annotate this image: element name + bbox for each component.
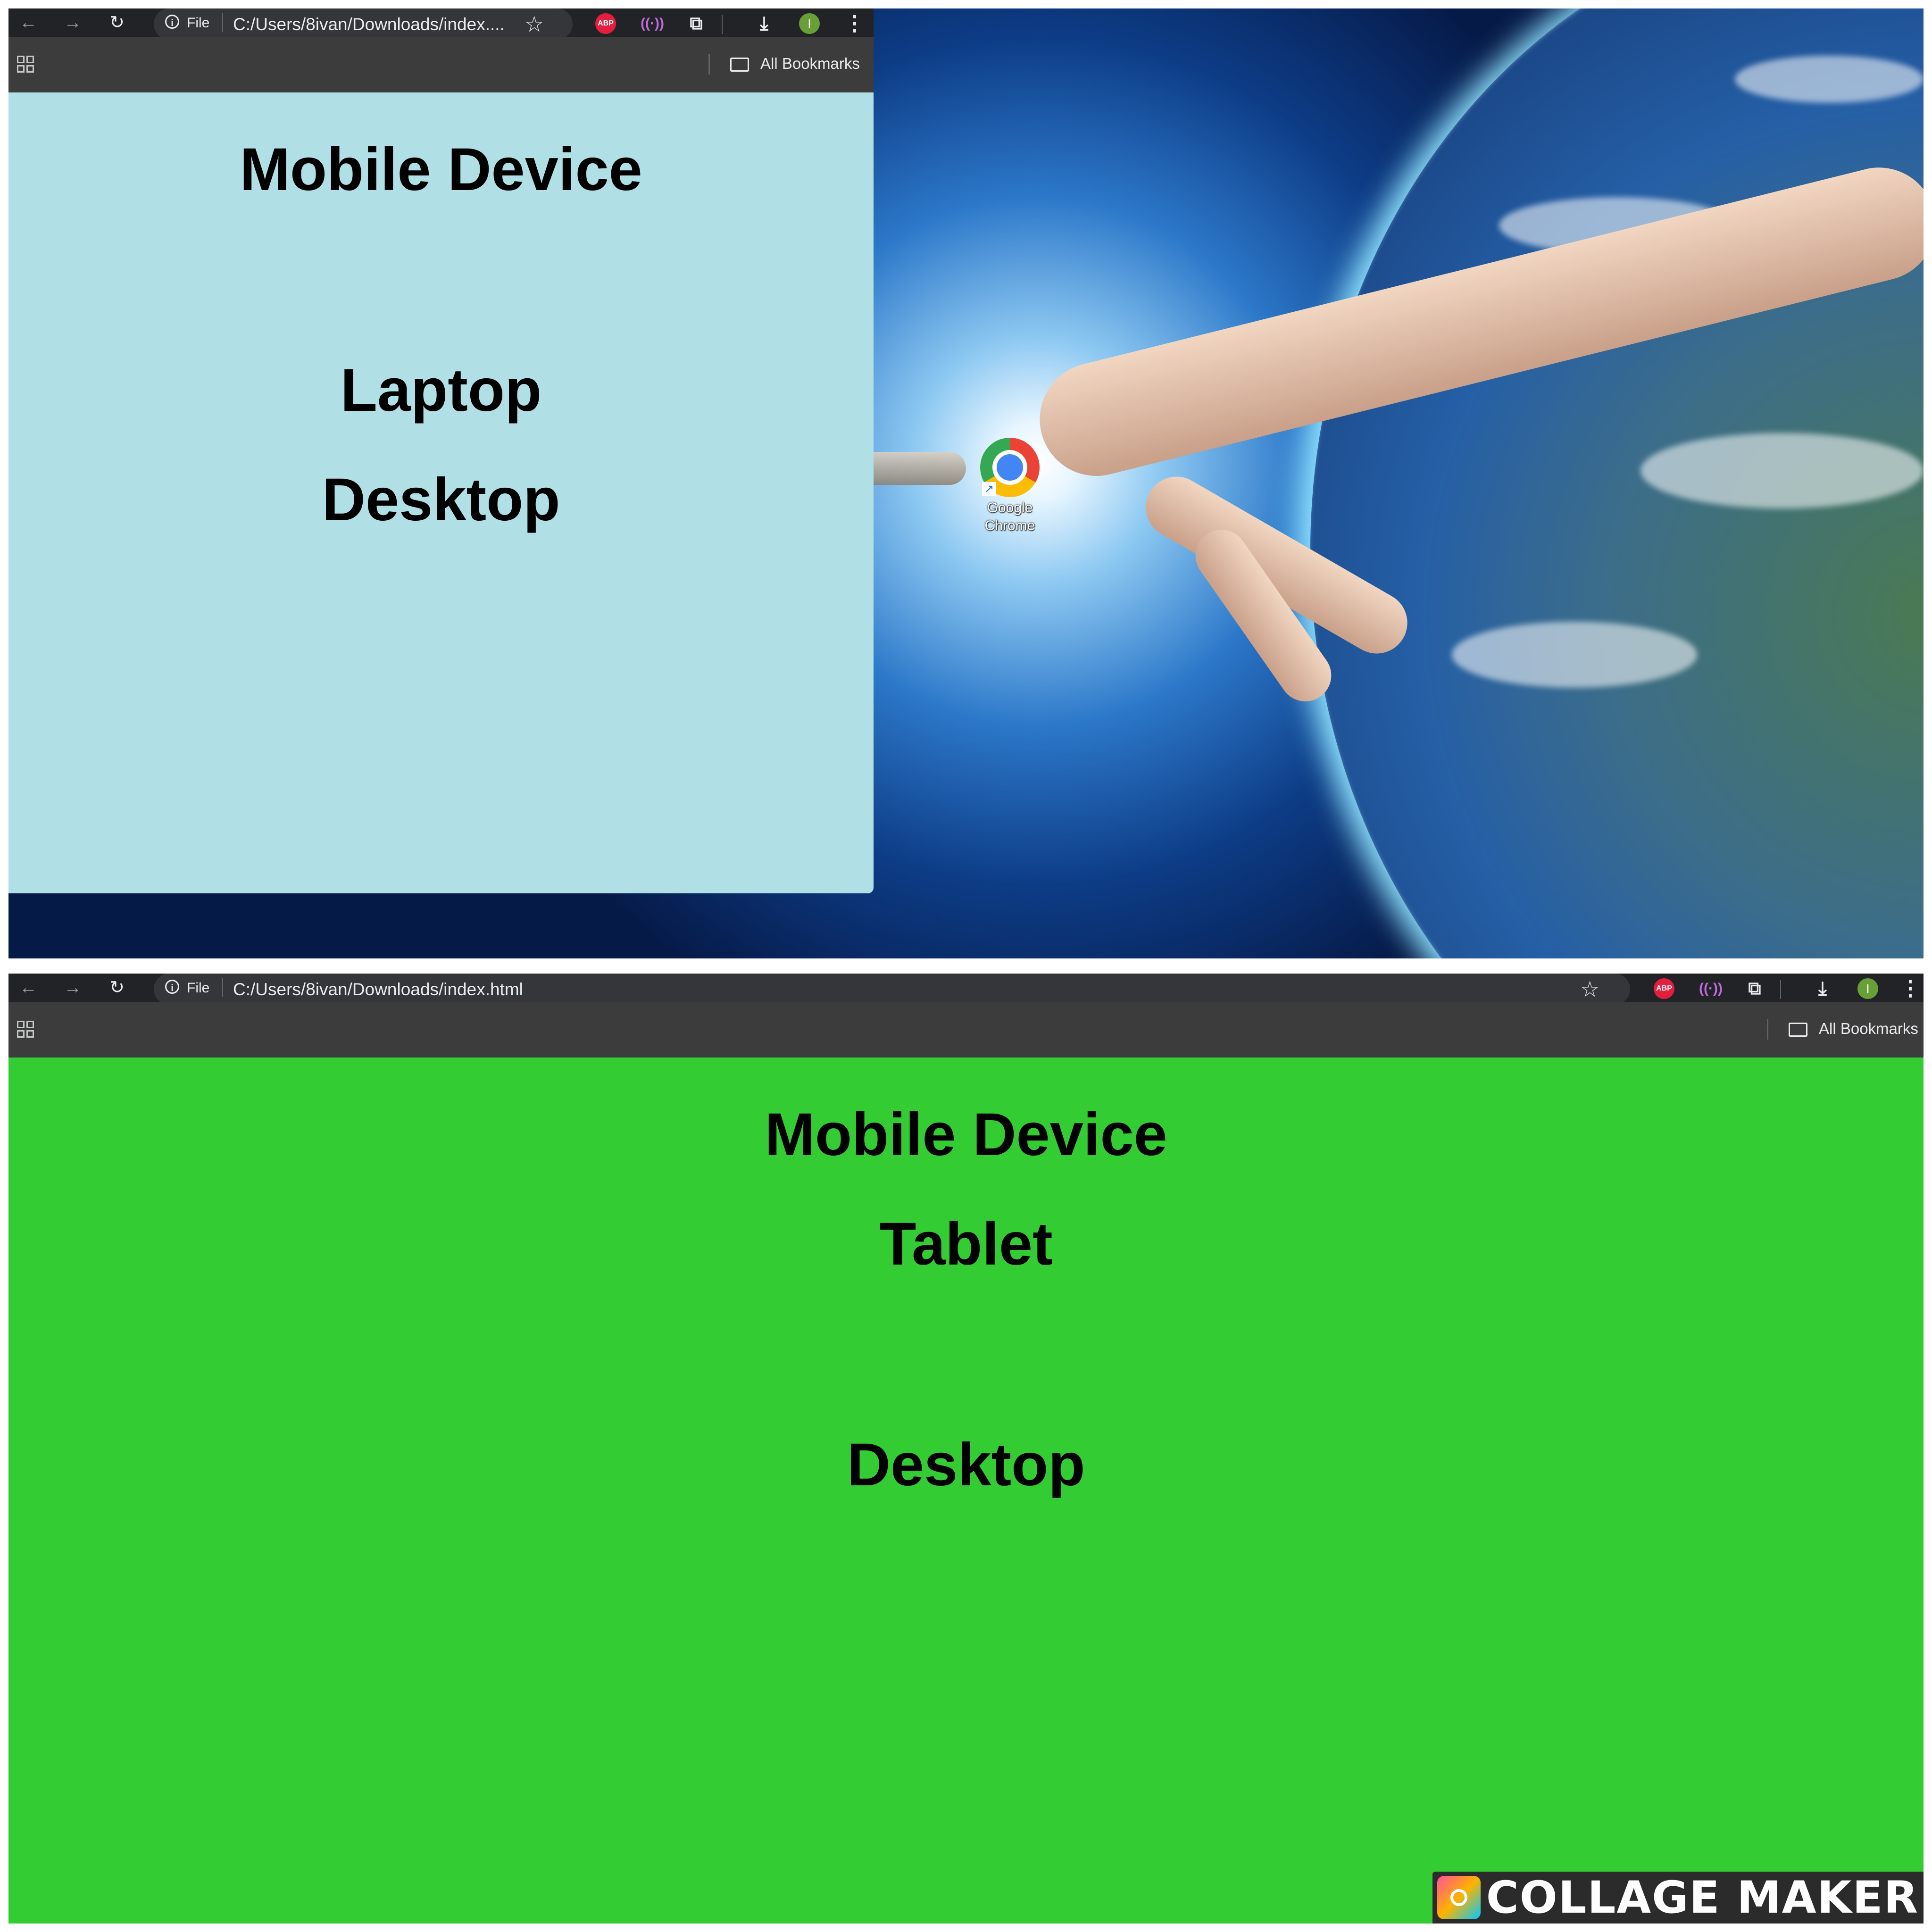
shortcut-arrow-icon: ↗ <box>982 482 996 496</box>
puzzle-extensions-icon[interactable]: ⧉ <box>1744 978 1765 999</box>
profile-avatar[interactable]: I <box>1857 978 1878 999</box>
browser-window: ← → ↻ i File C:/Users/8ivan/Downloads/in… <box>8 8 874 893</box>
browser-window: ← → ↻ i File C:/Users/8ivan/Downloads/in… <box>8 974 1924 1924</box>
url-text[interactable]: C:/Users/8ivan/Downloads/index.... <box>233 15 505 34</box>
site-info-label[interactable]: File <box>187 15 209 31</box>
puzzle-extensions-icon[interactable]: ⧉ <box>686 13 707 34</box>
wave-extension-icon[interactable]: ((·)) <box>641 13 664 34</box>
info-icon[interactable]: i <box>165 15 179 29</box>
kebab-menu-icon[interactable]: ⋮ <box>844 13 865 34</box>
star-icon[interactable]: ☆ <box>1580 976 1599 1002</box>
address-bar[interactable]: i File C:/Users/8ivan/Downloads/index...… <box>154 8 573 40</box>
heading-laptop: Laptop <box>340 357 542 424</box>
collage-maker-logo-icon <box>1437 1876 1481 1919</box>
download-icon[interactable]: ⤓ <box>1812 978 1833 999</box>
apps-grid-icon[interactable] <box>17 56 34 73</box>
url-text[interactable]: C:/Users/8ivan/Downloads/index.html <box>233 980 523 999</box>
web-page-content: Mobile Device Tablet Desktop <box>8 1058 1924 1924</box>
download-icon[interactable]: ⤓ <box>754 13 774 34</box>
collage-maker-watermark: COLLAGE MAKER <box>1432 1872 1924 1924</box>
abp-extension-icon[interactable]: ABP <box>1654 978 1674 999</box>
browser-toolbar: ← → ↻ i File C:/Users/8ivan/Downloads/in… <box>8 8 874 40</box>
address-bar[interactable]: i File C:/Users/8ivan/Downloads/index.ht… <box>154 974 1630 1005</box>
back-arrow-icon[interactable]: ← <box>19 978 38 997</box>
heading-mobile-device: Mobile Device <box>240 136 642 203</box>
desktop-shortcut-google-chrome[interactable]: ↗ Google Chrome <box>974 438 1045 535</box>
info-icon[interactable]: i <box>165 980 179 994</box>
left-finger-image <box>872 452 966 485</box>
star-icon[interactable]: ☆ <box>525 11 544 37</box>
wave-extension-icon[interactable]: ((·)) <box>1699 978 1723 999</box>
forward-arrow-icon[interactable]: → <box>63 978 82 997</box>
top-screenshot: ↗ Google Chrome ← → ↻ i File C:/Users/8i… <box>8 8 1924 958</box>
reload-icon[interactable]: ↻ <box>108 978 126 997</box>
apps-grid-icon[interactable] <box>17 1021 34 1038</box>
forward-arrow-icon[interactable]: → <box>63 13 82 32</box>
desktop-shortcut-label: Google Chrome <box>984 500 1035 533</box>
heading-desktop: Desktop <box>322 466 560 533</box>
bookmarks-bar: All Bookmarks <box>8 1002 1924 1058</box>
reload-icon[interactable]: ↻ <box>108 13 126 32</box>
folder-icon <box>1789 1023 1807 1037</box>
back-arrow-icon[interactable]: ← <box>19 13 38 32</box>
heading-mobile-device: Mobile Device <box>765 1101 1167 1168</box>
all-bookmarks-button[interactable]: All Bookmarks <box>1819 1020 1918 1038</box>
chrome-icon: ↗ <box>980 438 1040 497</box>
bottom-screenshot: ← → ↻ i File C:/Users/8ivan/Downloads/in… <box>8 974 1924 1924</box>
kebab-menu-icon[interactable]: ⋮ <box>1900 978 1921 999</box>
browser-toolbar: ← → ↻ i File C:/Users/8ivan/Downloads/in… <box>8 974 1924 1005</box>
watermark-text: COLLAGE MAKER <box>1486 1872 1919 1924</box>
folder-icon <box>730 58 749 72</box>
heading-tablet: Tablet <box>879 1210 1053 1278</box>
abp-extension-icon[interactable]: ABP <box>595 13 616 34</box>
site-info-label[interactable]: File <box>187 980 209 996</box>
all-bookmarks-button[interactable]: All Bookmarks <box>760 55 860 73</box>
bookmarks-bar: All Bookmarks <box>8 37 874 92</box>
heading-desktop: Desktop <box>847 1431 1085 1499</box>
web-page-content: Mobile Device Laptop Desktop <box>8 92 874 893</box>
profile-avatar[interactable]: I <box>799 13 820 34</box>
